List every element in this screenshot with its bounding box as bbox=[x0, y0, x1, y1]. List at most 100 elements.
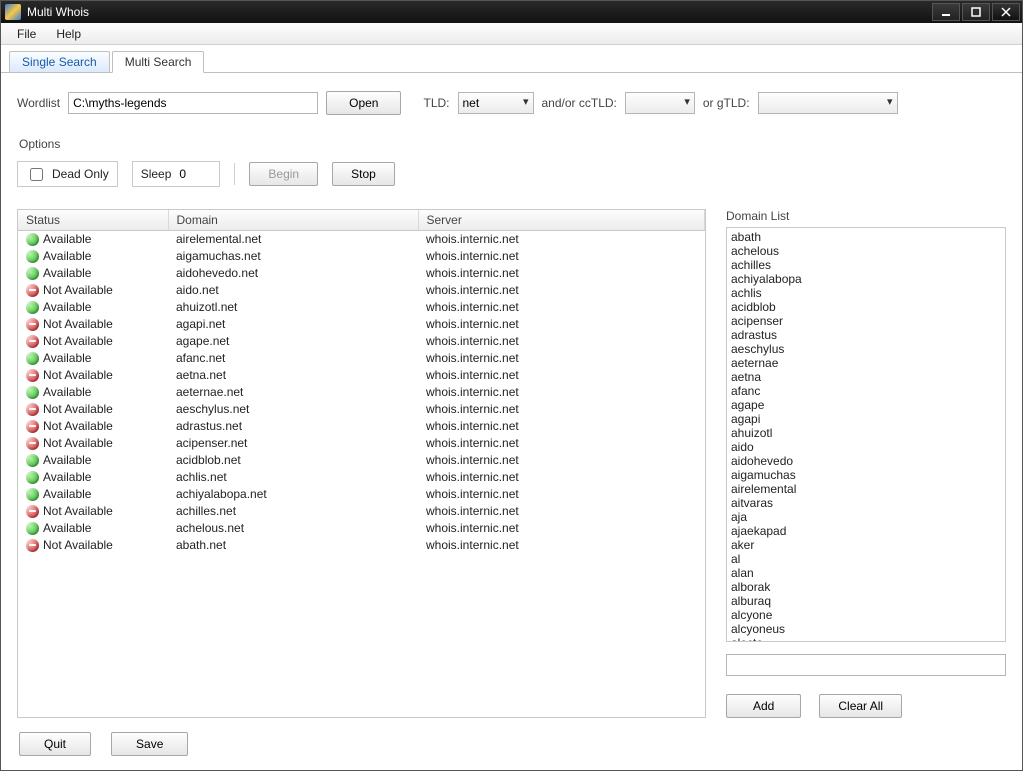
server-cell: whois.internic.net bbox=[418, 520, 705, 537]
server-cell: whois.internic.net bbox=[418, 350, 705, 367]
list-item[interactable]: alan bbox=[731, 566, 1001, 580]
domain-cell: aeternae.net bbox=[168, 384, 418, 401]
content-area: Wordlist Open TLD: and/or ccTLD: or gTLD… bbox=[1, 73, 1022, 770]
table-row[interactable]: Not Availableaeschylus.netwhois.internic… bbox=[18, 401, 705, 418]
table-row[interactable]: Availableaidohevedo.netwhois.internic.ne… bbox=[18, 265, 705, 282]
list-item[interactable]: achilles bbox=[731, 258, 1001, 272]
domain-cell: achiyalabopa.net bbox=[168, 486, 418, 503]
status-available-icon bbox=[26, 488, 39, 501]
sleep-input[interactable] bbox=[177, 166, 211, 182]
tab-single-search[interactable]: Single Search bbox=[9, 51, 110, 72]
table-row[interactable]: Not Availableacipenser.netwhois.internic… bbox=[18, 435, 705, 452]
clearall-button[interactable]: Clear All bbox=[819, 694, 902, 718]
wordlist-input[interactable] bbox=[68, 92, 318, 114]
gtld-select[interactable] bbox=[758, 92, 898, 114]
table-row[interactable]: Availableaigamuchas.netwhois.internic.ne… bbox=[18, 248, 705, 265]
save-button[interactable]: Save bbox=[111, 732, 188, 756]
tab-multi-search[interactable]: Multi Search bbox=[112, 51, 205, 73]
table-row[interactable]: Not Availableaetna.netwhois.internic.net bbox=[18, 367, 705, 384]
table-row[interactable]: Not Availableaido.netwhois.internic.net bbox=[18, 282, 705, 299]
list-item[interactable]: aetna bbox=[731, 370, 1001, 384]
list-item[interactable]: alburaq bbox=[731, 594, 1001, 608]
footer-buttons: Quit Save bbox=[17, 718, 1006, 756]
server-cell: whois.internic.net bbox=[418, 248, 705, 265]
domain-list-panel: Domain List abathachelousachillesachiyal… bbox=[726, 209, 1006, 718]
col-status[interactable]: Status bbox=[18, 210, 168, 231]
sleep-group: Sleep bbox=[132, 161, 221, 187]
list-item[interactable]: abath bbox=[731, 230, 1001, 244]
list-item[interactable]: ajaekapad bbox=[731, 524, 1001, 538]
list-item[interactable]: adrastus bbox=[731, 328, 1001, 342]
list-item[interactable]: acidblob bbox=[731, 300, 1001, 314]
list-item[interactable]: aeternae bbox=[731, 356, 1001, 370]
table-row[interactable]: Availableachelous.netwhois.internic.net bbox=[18, 520, 705, 537]
add-domain-input[interactable] bbox=[726, 654, 1006, 676]
open-button[interactable]: Open bbox=[326, 91, 401, 115]
domain-cell: acipenser.net bbox=[168, 435, 418, 452]
status-unavailable-icon bbox=[26, 403, 39, 416]
titlebar: Multi Whois bbox=[1, 1, 1022, 23]
dead-only-checkbox[interactable] bbox=[30, 168, 43, 181]
list-item[interactable]: agape bbox=[731, 398, 1001, 412]
table-row[interactable]: Not Availableabath.netwhois.internic.net bbox=[18, 537, 705, 554]
list-item[interactable]: agapi bbox=[731, 412, 1001, 426]
table-row[interactable]: Availableachlis.netwhois.internic.net bbox=[18, 469, 705, 486]
list-item[interactable]: achelous bbox=[731, 244, 1001, 258]
list-item[interactable]: alborak bbox=[731, 580, 1001, 594]
status-available-icon bbox=[26, 250, 39, 263]
col-server[interactable]: Server bbox=[418, 210, 705, 231]
col-domain[interactable]: Domain bbox=[168, 210, 418, 231]
tld-select[interactable] bbox=[458, 92, 534, 114]
table-row[interactable]: Not Availableachilles.netwhois.internic.… bbox=[18, 503, 705, 520]
status-label: Available bbox=[43, 521, 91, 535]
table-row[interactable]: Not Availableadrastus.netwhois.internic.… bbox=[18, 418, 705, 435]
close-button[interactable] bbox=[992, 3, 1020, 21]
list-item[interactable]: aidohevedo bbox=[731, 454, 1001, 468]
results-table-wrap[interactable]: Status Domain Server Availableairelement… bbox=[17, 209, 706, 718]
list-item[interactable]: alcyone bbox=[731, 608, 1001, 622]
list-item[interactable]: aitvaras bbox=[731, 496, 1001, 510]
maximize-button[interactable] bbox=[962, 3, 990, 21]
minimize-button[interactable] bbox=[932, 3, 960, 21]
list-item[interactable]: achiyalabopa bbox=[731, 272, 1001, 286]
list-item[interactable]: alcyoneus bbox=[731, 622, 1001, 636]
stop-button[interactable]: Stop bbox=[332, 162, 395, 186]
domain-list[interactable]: abathachelousachillesachiyalabopaachlisa… bbox=[726, 227, 1006, 642]
status-label: Not Available bbox=[43, 334, 113, 348]
menu-help[interactable]: Help bbox=[46, 25, 91, 43]
table-row[interactable]: Availableaeternae.netwhois.internic.net bbox=[18, 384, 705, 401]
server-cell: whois.internic.net bbox=[418, 469, 705, 486]
list-item[interactable]: aja bbox=[731, 510, 1001, 524]
list-item[interactable]: aeschylus bbox=[731, 342, 1001, 356]
domain-cell: aeschylus.net bbox=[168, 401, 418, 418]
list-item[interactable]: ahuizotl bbox=[731, 426, 1001, 440]
menu-file[interactable]: File bbox=[7, 25, 46, 43]
cctld-select[interactable] bbox=[625, 92, 695, 114]
table-row[interactable]: Availableachiyalabopa.netwhois.internic.… bbox=[18, 486, 705, 503]
list-item[interactable]: aker bbox=[731, 538, 1001, 552]
list-item[interactable]: aigamuchas bbox=[731, 468, 1001, 482]
list-item[interactable]: al bbox=[731, 552, 1001, 566]
maximize-icon bbox=[971, 7, 981, 17]
list-item[interactable]: airelemental bbox=[731, 482, 1001, 496]
table-row[interactable]: Not Availableagape.netwhois.internic.net bbox=[18, 333, 705, 350]
add-button[interactable]: Add bbox=[726, 694, 801, 718]
list-item[interactable]: aido bbox=[731, 440, 1001, 454]
list-item[interactable]: alecto bbox=[731, 636, 1001, 642]
table-row[interactable]: Availableacidblob.netwhois.internic.net bbox=[18, 452, 705, 469]
quit-button[interactable]: Quit bbox=[19, 732, 91, 756]
domain-cell: aido.net bbox=[168, 282, 418, 299]
begin-button[interactable]: Begin bbox=[249, 162, 318, 186]
server-cell: whois.internic.net bbox=[418, 231, 705, 248]
table-row[interactable]: Availableafanc.netwhois.internic.net bbox=[18, 350, 705, 367]
table-row[interactable]: Availableairelemental.netwhois.internic.… bbox=[18, 231, 705, 248]
table-row[interactable]: Availableahuizotl.netwhois.internic.net bbox=[18, 299, 705, 316]
list-item[interactable]: achlis bbox=[731, 286, 1001, 300]
list-item[interactable]: afanc bbox=[731, 384, 1001, 398]
status-label: Not Available bbox=[43, 436, 113, 450]
list-item[interactable]: acipenser bbox=[731, 314, 1001, 328]
server-cell: whois.internic.net bbox=[418, 299, 705, 316]
results-table: Status Domain Server Availableairelement… bbox=[18, 210, 705, 554]
domain-cell: agape.net bbox=[168, 333, 418, 350]
table-row[interactable]: Not Availableagapi.netwhois.internic.net bbox=[18, 316, 705, 333]
